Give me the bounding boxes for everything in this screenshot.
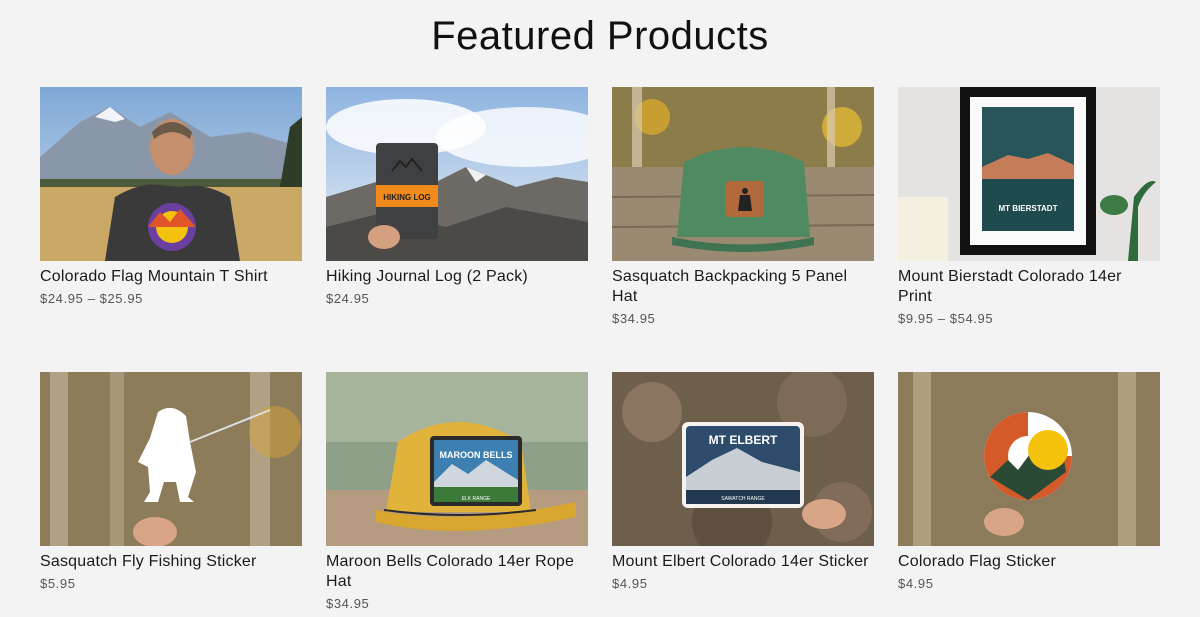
product-price: $34.95 [326,596,370,611]
product-card[interactable]: Sasquatch Backpacking 5 Panel Hat $34.95 [612,87,874,372]
product-card[interactable]: HIKING LOG Hiking Journal Log (2 Pack) $… [326,87,588,372]
product-image[interactable]: MAROON BELLS ELK RANGE [326,372,588,546]
product-price: $24.95 [326,291,370,306]
product-title[interactable]: Mount Bierstadt Colorado 14er Print [898,267,1160,307]
sticker-subtitle: SAWATCH RANGE [721,496,765,502]
product-card[interactable]: MT ELBERT SAWATCH RANGE Mount Elbert Col… [612,372,874,617]
product-image[interactable] [40,87,302,261]
product-grid: Colorado Flag Mountain T Shirt $24.95 – … [40,87,1160,617]
section-title: Featured Products [431,14,769,58]
product-card[interactable]: Colorado Flag Mountain T Shirt $24.95 – … [40,87,302,372]
product-card[interactable]: Sasquatch Fly Fishing Sticker $5.95 [40,372,302,617]
product-image[interactable]: MT BIERSTADT [898,87,1160,261]
product-price: $34.95 [612,311,656,326]
product-title[interactable]: Sasquatch Backpacking 5 Panel Hat [612,267,874,307]
product-image[interactable] [40,372,302,546]
product-title[interactable]: Sasquatch Fly Fishing Sticker [40,552,302,572]
product-price: $9.95 – $54.95 [898,311,994,326]
product-image[interactable]: HIKING LOG [326,87,588,261]
hat-patch-subtitle: ELK RANGE [462,496,491,502]
product-title[interactable]: Hiking Journal Log (2 Pack) [326,267,588,287]
product-title[interactable]: Colorado Flag Sticker [898,552,1160,572]
journal-cover-label: HIKING LOG [383,193,431,202]
print-label: MT BIERSTADT [999,204,1058,213]
product-image[interactable] [898,372,1160,546]
product-title[interactable]: Colorado Flag Mountain T Shirt [40,267,302,287]
product-price: $4.95 [612,576,648,591]
product-card[interactable]: Colorado Flag Sticker $4.95 [898,372,1160,617]
product-title[interactable]: Maroon Bells Colorado 14er Rope Hat [326,552,588,592]
product-card[interactable]: MT BIERSTADT Mount Bierstadt Colorado 14… [898,87,1160,372]
product-price: $5.95 [40,576,76,591]
product-title[interactable]: Mount Elbert Colorado 14er Sticker [612,552,874,572]
product-image[interactable] [612,87,874,261]
product-price: $4.95 [898,576,934,591]
product-image[interactable]: MT ELBERT SAWATCH RANGE [612,372,874,546]
product-price: $24.95 – $25.95 [40,291,143,306]
sticker-title: MT ELBERT [709,433,778,447]
product-card[interactable]: MAROON BELLS ELK RANGE Maroon Bells Colo… [326,372,588,617]
hat-patch-title: MAROON BELLS [440,450,513,460]
